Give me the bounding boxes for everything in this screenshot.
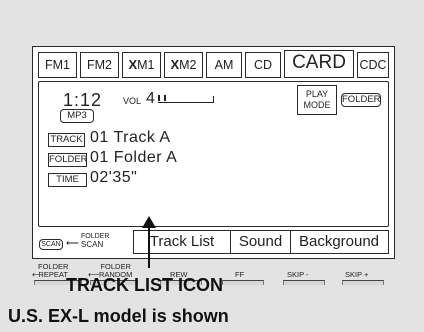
time-line: 02'35" <box>90 169 138 186</box>
background-button[interactable]: Background <box>290 231 387 253</box>
tab-label: M1 <box>137 58 155 72</box>
tab-label-prefix: X <box>128 57 138 72</box>
arrow-left-icon: ⟵ <box>32 270 44 279</box>
callout-caption: TRACK LIST ICON <box>66 275 223 295</box>
hw-label-skip-minus: SKIP - <box>287 270 309 279</box>
skip-minus-button[interactable] <box>283 280 325 285</box>
sound-button[interactable]: Sound <box>230 231 290 253</box>
folder-line: 01 Folder A <box>90 149 178 166</box>
scan-button[interactable]: SCAN <box>39 239 63 250</box>
volume-level <box>158 95 166 101</box>
tab-am[interactable]: AM <box>206 52 242 78</box>
folder-button[interactable]: FOLDER <box>341 93 381 107</box>
tab-label: CARD <box>292 52 346 73</box>
model-note: U.S. EX-L model is shown <box>8 306 229 326</box>
tab-xm1[interactable]: XM1 <box>122 52 161 78</box>
tab-fm1[interactable]: FM1 <box>38 52 77 78</box>
tab-card[interactable]: CARD <box>284 50 354 78</box>
now-playing-display: 1:12 VOL 4 MP3 PLAY MODE FOLDER TRACK 01… <box>38 81 389 227</box>
callout-line <box>148 224 150 268</box>
tab-label: CD <box>253 58 273 72</box>
tab-label: M2 <box>179 58 197 72</box>
tab-cdc[interactable]: CDC <box>357 52 389 78</box>
tab-fm2[interactable]: FM2 <box>80 52 119 78</box>
source-tabs: FM1 FM2 XM1 XM2 AM CD CARD CDC <box>38 50 389 78</box>
tab-xm2[interactable]: XM2 <box>164 52 203 78</box>
tab-label: FM2 <box>87 58 112 72</box>
volume-bar <box>158 95 214 103</box>
folder-tag: FOLDER <box>48 153 88 167</box>
elapsed-time: 1:12 <box>63 90 103 110</box>
play-mode-label-top: PLAY <box>305 89 329 99</box>
volume-value: 4 <box>146 90 155 107</box>
tab-label: CDC <box>359 58 387 72</box>
arrow-left-icon: ⟵ <box>66 238 79 248</box>
tab-label-prefix: X <box>170 57 180 72</box>
tab-cd[interactable]: CD <box>245 52 281 78</box>
skip-plus-button[interactable] <box>342 280 384 285</box>
volume-label: VOL <box>123 96 142 106</box>
audio-screen: FM1 FM2 XM1 XM2 AM CD CARD CDC 1:12 VOL … <box>32 46 395 259</box>
play-mode-label-bottom: MODE <box>303 100 331 110</box>
ff-button[interactable] <box>222 280 264 285</box>
tab-label: AM <box>214 58 234 72</box>
soft-button-bar: Track List Sound Background <box>133 230 389 254</box>
play-mode-button[interactable]: PLAY MODE <box>297 85 337 115</box>
hw-label-skip-plus: SKIP + <box>345 270 369 279</box>
mp3-badge: MP3 <box>60 109 94 123</box>
track-line: 01 Track A <box>90 129 171 146</box>
folder-scan-label: FOLDER SCAN <box>81 233 109 249</box>
hw-label-ff: FF <box>235 270 245 279</box>
folder-scan-label-bottom: SCAN <box>81 240 104 249</box>
tab-label: FM1 <box>45 58 70 72</box>
time-tag: TIME <box>48 173 87 187</box>
track-tag: TRACK <box>48 133 85 147</box>
